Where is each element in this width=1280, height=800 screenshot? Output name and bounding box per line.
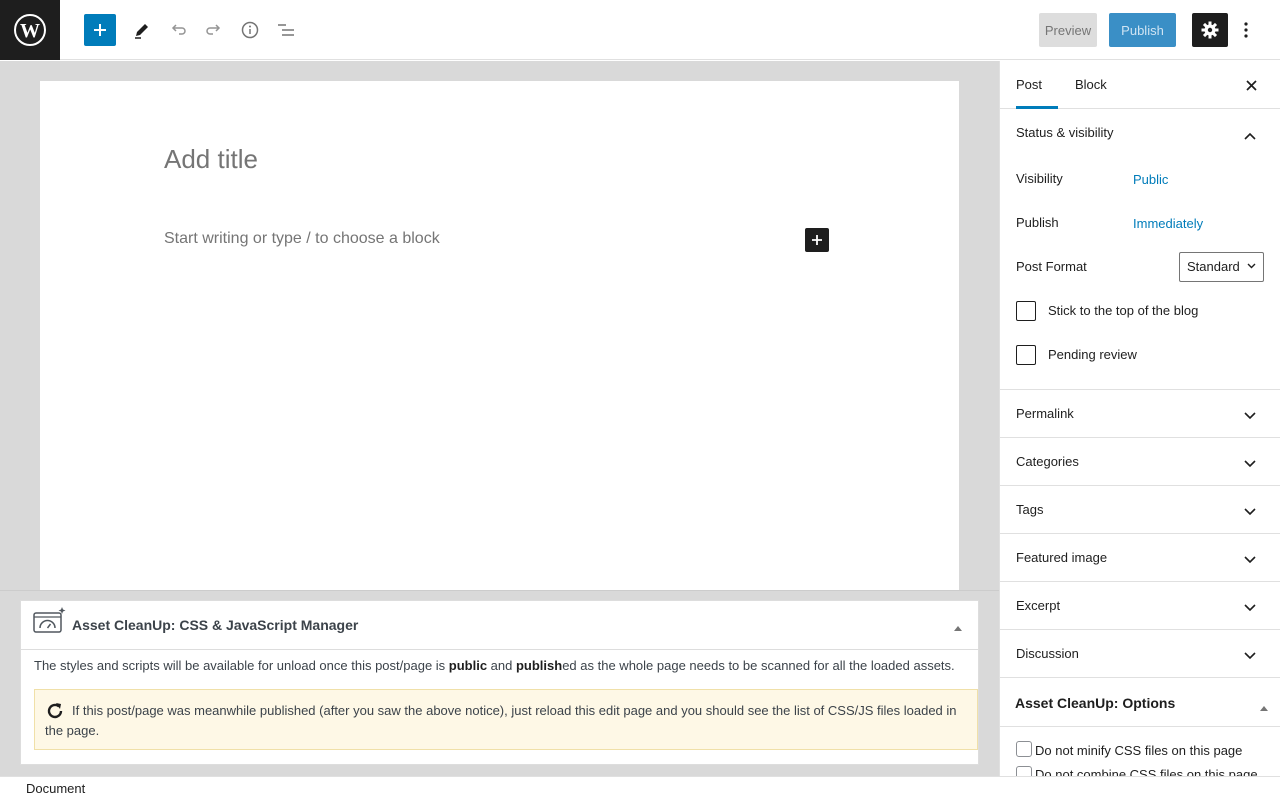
- panel-label: Permalink: [1016, 406, 1074, 421]
- panel-featured-image[interactable]: Featured image: [1000, 534, 1280, 582]
- post-format-value: Standard: [1187, 259, 1240, 274]
- panel-categories[interactable]: Categories: [1000, 438, 1280, 486]
- vertical-ellipsis-icon: [1244, 22, 1248, 38]
- wordpress-logo-icon[interactable]: W: [0, 0, 60, 60]
- pencil-icon: [135, 24, 148, 39]
- sticky-checkbox[interactable]: [1016, 301, 1036, 321]
- no-minify-css-checkbox[interactable]: [1016, 741, 1032, 757]
- list-view-button[interactable]: [270, 14, 302, 46]
- asset-cleanup-options-title: Asset CleanUp: Options: [1015, 695, 1176, 711]
- visibility-toggle[interactable]: Public: [1133, 172, 1168, 187]
- pending-review-checkbox[interactable]: [1016, 345, 1036, 365]
- panel-tags[interactable]: Tags: [1000, 486, 1280, 534]
- settings-button[interactable]: [1192, 13, 1228, 47]
- plus-icon: [94, 24, 106, 36]
- status-visibility-panel: Status & visibility Visibility Public Pu…: [1000, 109, 1280, 390]
- chevron-down-icon: [1244, 408, 1256, 423]
- list-view-icon: [278, 24, 294, 36]
- details-button[interactable]: [234, 14, 266, 46]
- svg-text:W: W: [20, 20, 40, 42]
- undo-icon: [171, 24, 186, 35]
- tab-post[interactable]: Post: [1016, 61, 1058, 109]
- panel-permalink[interactable]: Permalink: [1000, 390, 1280, 438]
- no-combine-css-label: Do not combine CSS files on this page: [1035, 767, 1258, 776]
- preview-button[interactable]: Preview: [1039, 13, 1097, 47]
- collapse-toggle-icon[interactable]: [1259, 699, 1269, 714]
- asset-cleanup-metabox: Asset CleanUp: CSS & JavaScript Manager …: [20, 600, 979, 765]
- plus-icon: [812, 235, 822, 245]
- close-sidebar-button[interactable]: [1243, 77, 1259, 93]
- metabox-title: Asset CleanUp: CSS & JavaScript Manager: [72, 617, 359, 633]
- no-combine-css-checkbox[interactable]: [1016, 766, 1032, 776]
- block-breadcrumb-bar: Document: [0, 776, 1280, 800]
- panel-excerpt[interactable]: Excerpt: [1000, 582, 1280, 630]
- publish-label: Publish: [1016, 215, 1059, 230]
- add-block-button[interactable]: [84, 14, 116, 46]
- breadcrumb-document[interactable]: Document: [26, 781, 85, 796]
- asset-cleanup-options-header[interactable]: Asset CleanUp: Options: [1000, 679, 1280, 727]
- reload-notice-text: If this post/page was meanwhile publishe…: [45, 703, 957, 738]
- metabox-description: The styles and scripts will be available…: [34, 658, 955, 673]
- publish-date-toggle[interactable]: Immediately: [1133, 216, 1203, 231]
- sidebar-tabs: Post Block: [1000, 61, 1280, 109]
- post-title-input[interactable]: Add title: [164, 144, 258, 175]
- redo-icon: [206, 24, 221, 35]
- editor-header: W Preview Publish: [0, 0, 1280, 60]
- info-icon: [241, 21, 259, 39]
- chevron-up-icon[interactable]: [1244, 128, 1256, 143]
- metabox-header[interactable]: Asset CleanUp: CSS & JavaScript Manager: [21, 601, 978, 650]
- chevron-down-icon: [1244, 552, 1256, 567]
- reload-notice: If this post/page was meanwhile publishe…: [34, 689, 978, 750]
- chevron-down-icon: [1244, 456, 1256, 471]
- tab-block[interactable]: Block: [1075, 61, 1107, 109]
- metabox-toggle-icon[interactable]: [953, 619, 963, 634]
- publish-button[interactable]: Publish: [1109, 13, 1176, 47]
- pending-review-label: Pending review: [1048, 347, 1137, 362]
- sticky-label: Stick to the top of the blog: [1048, 303, 1199, 318]
- chevron-down-icon: [1244, 600, 1256, 615]
- redo-button[interactable]: [198, 14, 230, 46]
- no-minify-css-label: Do not minify CSS files on this page: [1035, 743, 1243, 758]
- post-format-select[interactable]: Standard: [1179, 252, 1264, 282]
- settings-sidebar: Post Block Status & visibility Visibilit…: [999, 61, 1280, 776]
- gear-icon: [1201, 21, 1219, 39]
- post-format-label: Post Format: [1016, 259, 1087, 274]
- panel-label: Tags: [1016, 502, 1044, 517]
- asset-cleanup-icon: [33, 606, 67, 637]
- panel-label: Excerpt: [1016, 598, 1061, 613]
- chevron-down-icon: [1247, 263, 1256, 269]
- undo-button[interactable]: [162, 14, 194, 46]
- block-placeholder[interactable]: Start writing or type / to choose a bloc…: [164, 230, 440, 248]
- chevron-down-icon: [1244, 504, 1256, 519]
- visibility-label: Visibility: [1016, 171, 1063, 186]
- panel-label: Categories: [1016, 454, 1079, 469]
- edit-tools-button[interactable]: [126, 14, 158, 46]
- more-options-button[interactable]: [1236, 13, 1256, 47]
- panel-discussion[interactable]: Discussion: [1000, 630, 1280, 678]
- panel-label: Featured image: [1016, 550, 1108, 565]
- status-visibility-toggle[interactable]: Status & visibility: [1016, 125, 1114, 140]
- panel-label: Discussion: [1016, 646, 1079, 661]
- close-icon: [1245, 79, 1257, 91]
- chevron-down-icon: [1244, 648, 1256, 663]
- inline-add-block-button[interactable]: [805, 228, 829, 252]
